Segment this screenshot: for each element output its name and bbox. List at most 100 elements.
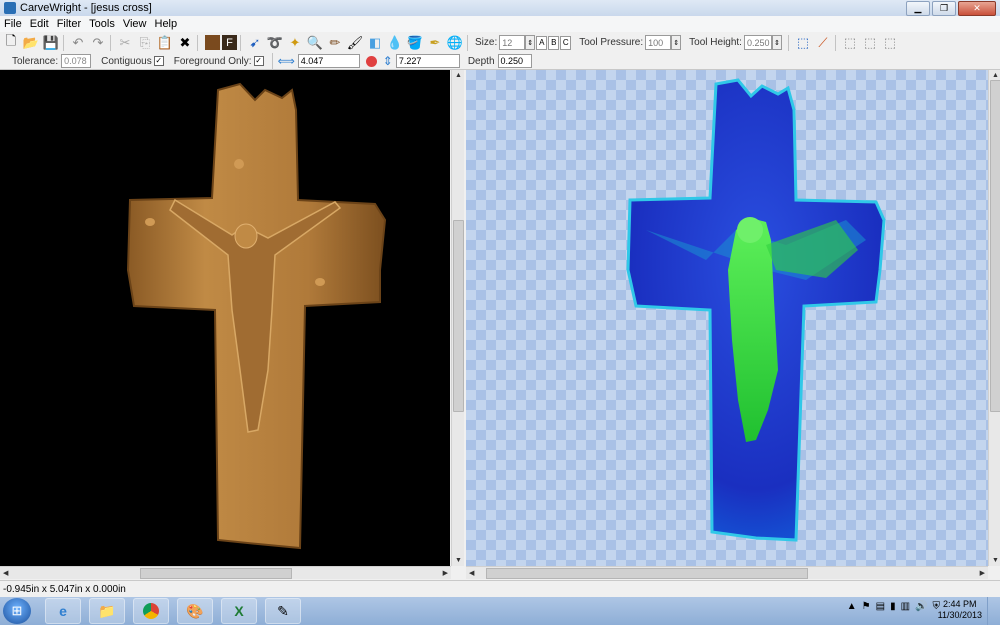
- cut-icon[interactable]: ✂: [116, 34, 134, 52]
- tool-pressure-label: Tool Pressure:: [579, 37, 644, 48]
- internet-explorer-icon[interactable]: e: [45, 598, 81, 624]
- carvewright-icon[interactable]: ✎: [265, 598, 301, 624]
- size-label: Size:: [475, 37, 498, 48]
- width-arrow-icon: ⟺: [277, 54, 295, 68]
- title-bar: CarveWright - [jesus cross] ▁ ❐ ✕: [0, 0, 1000, 16]
- depth-input[interactable]: 0.250: [497, 54, 532, 68]
- crop-region-icon[interactable]: ⬚: [881, 34, 899, 52]
- lock-ratio-icon[interactable]: [365, 55, 377, 67]
- delete-icon[interactable]: ✖: [176, 34, 194, 52]
- new-file-icon[interactable]: 🗋: [2, 33, 20, 52]
- carve-preview-panel[interactable]: [0, 70, 450, 578]
- excel-icon[interactable]: X: [221, 598, 257, 624]
- network-icon[interactable]: ▥: [901, 601, 910, 612]
- select-arrow-icon[interactable]: ➹: [246, 34, 264, 52]
- device-icon[interactable]: ▤: [876, 601, 885, 612]
- drop-icon[interactable]: 💧: [386, 34, 404, 52]
- right-horizontal-scrollbar[interactable]: ◀ ▶: [466, 566, 988, 579]
- font-icon[interactable]: F: [222, 35, 237, 50]
- right-vertical-scrollbar[interactable]: ▲ ▼: [988, 70, 1000, 566]
- contiguous-checkbox[interactable]: ✓: [153, 56, 164, 66]
- brush-icon[interactable]: 🖌: [346, 34, 364, 52]
- depth-map-panel[interactable]: [466, 70, 988, 578]
- system-tray: ▲ ⚑ ▤ ▮ ▥ 🔊 ⛨: [847, 601, 940, 612]
- foreground-only-label: Foreground Only:: [173, 55, 252, 67]
- right-hscroll-thumb[interactable]: [486, 568, 808, 579]
- tolerance-label: Tolerance:: [12, 55, 59, 67]
- left-vscroll-thumb[interactable]: [453, 220, 464, 412]
- signal-icon[interactable]: ▮: [890, 601, 896, 612]
- height-arrow-icon: ⇕: [382, 54, 393, 68]
- pen-icon[interactable]: ✒: [426, 34, 444, 52]
- carved-crucifix-image: [126, 82, 387, 550]
- contiguous-label: Contiguous: [101, 55, 152, 67]
- open-folder-icon[interactable]: 📂: [22, 34, 40, 52]
- abc-button-a[interactable]: A: [536, 35, 548, 50]
- menu-bar: File Edit Filter Tools View Help: [0, 16, 1000, 32]
- width-input[interactable]: 4.047: [297, 54, 360, 68]
- volume-icon[interactable]: 🔊: [915, 601, 927, 612]
- minimize-button[interactable]: ▁: [906, 1, 930, 16]
- tool-height-input[interactable]: 0.250: [743, 35, 772, 50]
- save-icon[interactable]: 💾: [42, 34, 60, 52]
- depth-label: Depth: [467, 55, 495, 67]
- maximize-button[interactable]: ❐: [932, 1, 956, 16]
- paint-brush-icon[interactable]: ⟋: [814, 34, 832, 52]
- tool-pressure-spinner[interactable]: ⇕: [671, 35, 682, 50]
- abc-button-b[interactable]: B: [548, 35, 560, 50]
- globe-icon[interactable]: 🌐: [446, 34, 464, 52]
- undo-icon[interactable]: ↶: [69, 34, 87, 52]
- foreground-only-checkbox[interactable]: ✓: [253, 56, 264, 66]
- pencil-icon[interactable]: ✏: [326, 34, 344, 52]
- chrome-icon[interactable]: [133, 598, 169, 624]
- redo-icon[interactable]: ↷: [89, 34, 107, 52]
- abc-button-c[interactable]: C: [560, 35, 572, 50]
- eraser-icon[interactable]: ◧: [366, 34, 384, 52]
- file-explorer-icon[interactable]: 📁: [89, 598, 125, 624]
- fill-bucket-icon[interactable]: 🪣: [406, 34, 424, 52]
- copy-icon[interactable]: ⎘: [136, 34, 154, 52]
- status-bar: -0.945in x 5.047in x 0.000in: [0, 580, 1000, 597]
- size-spinner[interactable]: ⇕: [525, 35, 536, 50]
- tool-height-spinner[interactable]: ⇕: [771, 35, 782, 50]
- clock-time: 2:44 PM: [943, 599, 977, 609]
- left-hscroll-thumb[interactable]: [140, 568, 292, 579]
- lasso-icon[interactable]: ➰: [266, 34, 284, 52]
- crop-alt-icon[interactable]: ⬚: [861, 34, 879, 52]
- clock-date: 11/30/2013: [937, 610, 982, 620]
- height-input[interactable]: 7.227: [395, 54, 460, 68]
- app-icon: [4, 2, 16, 14]
- show-desktop-button[interactable]: [987, 597, 1000, 625]
- clock[interactable]: 2:44 PM 11/30/2013: [938, 599, 982, 621]
- menu-tools[interactable]: Tools: [85, 18, 119, 30]
- select-region-icon[interactable]: ⬚: [794, 34, 812, 52]
- tolerance-input[interactable]: 0.078: [61, 54, 92, 68]
- crop-icon[interactable]: ⬚: [841, 34, 859, 52]
- right-vscroll-thumb[interactable]: [990, 80, 1000, 412]
- magic-wand-icon[interactable]: ✦: [286, 34, 304, 52]
- tool-height-label: Tool Height:: [689, 37, 742, 48]
- close-button[interactable]: ✕: [958, 1, 996, 16]
- tray-up-arrow-icon[interactable]: ▲: [847, 601, 857, 612]
- menu-edit[interactable]: Edit: [26, 18, 53, 30]
- menu-view[interactable]: View: [119, 18, 151, 30]
- flag-icon[interactable]: ⚑: [862, 601, 871, 612]
- size-input[interactable]: 12: [499, 35, 526, 50]
- left-horizontal-scrollbar[interactable]: ◀ ▶: [0, 566, 451, 579]
- menu-help[interactable]: Help: [151, 18, 182, 30]
- paste-icon[interactable]: 📋: [156, 34, 174, 52]
- window-title: CarveWright - [jesus cross]: [20, 2, 152, 14]
- main-toolbar: 🗋 📂 💾 ↶ ↷ ✂ ⎘ 📋 ✖ F ➹ ➰ ✦ 🔍 ✏ 🖌 ◧ 💧 🪣 ✒ …: [0, 32, 1000, 54]
- zoom-icon[interactable]: 🔍: [306, 34, 324, 52]
- left-vertical-scrollbar[interactable]: ▲ ▼: [451, 70, 464, 566]
- status-dimensions: -0.945in x 5.047in x 0.000in: [3, 583, 126, 595]
- menu-file[interactable]: File: [0, 18, 26, 30]
- paint-icon[interactable]: 🎨: [177, 598, 213, 624]
- tool-pressure-input[interactable]: 100: [645, 35, 672, 50]
- tool-options-bar: Tolerance: 0.078 Contiguous ✓ Foreground…: [0, 53, 1000, 70]
- taskbar: ⊞ e 📁 🎨 X ✎ ▲ ⚑ ▤ ▮ ▥ 🔊 ⛨ 2:44 PM 11/30/…: [0, 597, 1000, 625]
- texture-icon[interactable]: [205, 35, 220, 50]
- menu-filter[interactable]: Filter: [53, 18, 85, 30]
- start-button[interactable]: ⊞: [3, 598, 31, 624]
- depth-map-image: [626, 78, 886, 542]
